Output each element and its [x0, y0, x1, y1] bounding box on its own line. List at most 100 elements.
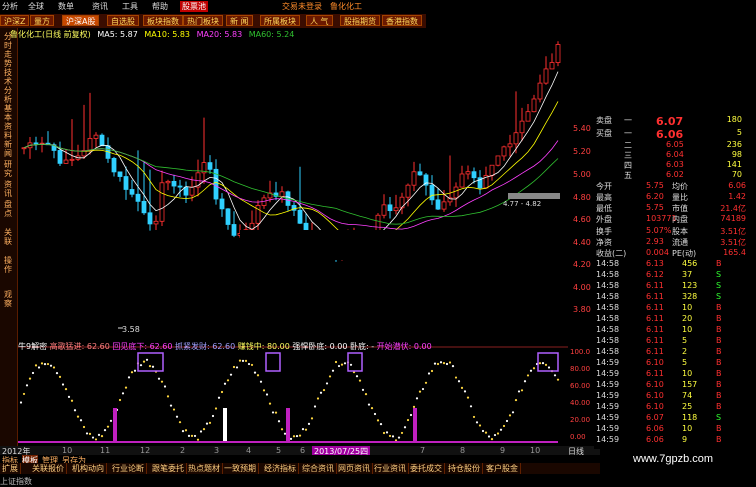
indicator-dot [466, 396, 470, 399]
indicator-dot [385, 431, 389, 434]
toolbar-item[interactable]: 沪深Z [0, 15, 30, 26]
bottom-tab[interactable]: 机构动向 [70, 463, 107, 474]
quote-cell: 0.004 [646, 248, 669, 257]
indicator-dot [127, 376, 131, 379]
quote-cell: B [716, 380, 722, 389]
indicator-name[interactable]: 牛9解密 [18, 342, 47, 351]
left-tab[interactable]: 新闻 [1, 140, 15, 158]
left-tab[interactable]: 盘点 [1, 200, 15, 218]
indicator-dot [160, 380, 164, 383]
left-tab[interactable]: 技术分析 [1, 68, 15, 104]
candle-body [525, 111, 531, 122]
indicator-dot [220, 390, 224, 394]
quote-cell: 10 [682, 424, 693, 433]
menu-news[interactable]: 资讯 [92, 1, 108, 12]
toolbar-item[interactable]: 所属板块 [260, 15, 300, 26]
indicator-dot [58, 375, 62, 378]
indicator-dot [328, 375, 332, 378]
tick-row: 14:58 6.11 20 B [594, 314, 750, 325]
quote-panel: 卖盘一 6.07 180 买盘一 6.06 5 二 6.05 236 三 6.04 98 四 6.03 14… [594, 113, 750, 449]
indicator-dot [118, 398, 122, 402]
left-tab[interactable]: 观察 [1, 290, 15, 308]
menu-help[interactable]: 帮助 [152, 1, 168, 12]
indicator-dot [343, 362, 347, 365]
candle-body [453, 186, 459, 199]
candle-body [531, 98, 537, 113]
menu-global[interactable]: 全球 [28, 1, 44, 12]
left-tab[interactable]: 基本资料 [1, 104, 15, 140]
bottom-tab[interactable]: 持仓股份 [446, 463, 483, 474]
indicator-dot [283, 432, 287, 435]
menu-data[interactable]: 数单 [58, 1, 74, 12]
indicator-dot [367, 403, 371, 406]
quote-cell: 74 [682, 391, 693, 400]
indicator-tick: 80.00 [570, 365, 591, 373]
price-tick: 4.60 [573, 215, 591, 224]
quote-cell: 5 [736, 128, 742, 137]
ma-info-line: 鲁化化工(日线 前复权) MA5: 5.87 MA10: 5.83 MA20: … [10, 29, 298, 40]
quote-cell: 3.51亿 [720, 238, 746, 247]
left-tab[interactable]: 资讯 [1, 180, 15, 198]
indicator-dot [412, 405, 416, 408]
indicator-dot [208, 421, 212, 424]
toolbar-item[interactable]: 香港指数 [382, 15, 422, 26]
indicator-dot [376, 419, 380, 422]
indicator-tick: 0.00 [570, 433, 586, 441]
menu-analysis[interactable]: 分析 [2, 1, 18, 12]
sell-row-1: 卖盘 一 6.07 180 [594, 115, 750, 128]
ma-lines-group [23, 71, 559, 248]
bottom-tab[interactable]: 客户股金 [484, 463, 521, 474]
bottom-tab[interactable]: 关联报价 [30, 463, 67, 474]
toolbar-item[interactable]: 板块指数 [143, 15, 183, 26]
quote-cell: 5 [682, 336, 688, 345]
toolbar-item[interactable]: 人 气 [306, 15, 333, 26]
indicator-dot [370, 407, 374, 410]
indicator-dot [274, 411, 278, 414]
indicator-dot [508, 414, 512, 417]
bottom-tab[interactable]: 扩展 [0, 463, 21, 474]
candle-body [183, 186, 189, 196]
ma60-label: MA60: 5.24 [248, 30, 295, 39]
quote-cell: 2.93 [646, 237, 664, 246]
quote-cell: 10 [682, 369, 693, 378]
indicator-dot [544, 363, 548, 366]
bottom-tab[interactable]: 一致预期 [222, 463, 259, 474]
candle-body [231, 224, 237, 236]
left-tab[interactable]: 关联 [1, 228, 15, 246]
left-tab[interactable]: 研究 [1, 160, 15, 178]
indicator-dot [478, 424, 482, 427]
quote-cell: 14:59 [596, 391, 620, 400]
bottom-tab[interactable]: 网页资讯 [336, 463, 373, 474]
toolbar-item[interactable]: 新 闻 [226, 15, 253, 26]
indicator-dot [19, 401, 23, 404]
bottom-tab[interactable]: 行业资讯 [372, 463, 409, 474]
quote-cell: 236 [726, 140, 742, 149]
indicator-dot [454, 376, 458, 379]
quote-cell: 收益(二) [596, 249, 627, 258]
bottom-tab[interactable]: 经济指标 [262, 463, 299, 474]
toolbar-item[interactable]: 量方 [30, 15, 54, 26]
indicator-dot [400, 431, 404, 435]
bottom-tab[interactable]: 行业论断 [110, 463, 147, 474]
indicator-dot [355, 375, 359, 378]
toolbar-item[interactable]: 沪深A股 [62, 15, 100, 26]
candle-body [129, 189, 135, 195]
bottom-tab[interactable]: 委托成交 [408, 463, 445, 474]
left-tab[interactable]: 操作 [1, 256, 15, 274]
candle-body [165, 180, 171, 184]
bottom-tab[interactable]: 热点题材 [186, 463, 223, 474]
date-month: 2 [180, 446, 186, 455]
indicator-dot [424, 381, 428, 384]
toolbar-item[interactable]: 自选股 [107, 15, 139, 26]
toolbar-item[interactable]: 股指期货 [340, 15, 380, 26]
toolbar-item[interactable]: 热门板块 [183, 15, 223, 26]
bottom-tab[interactable]: 跟笔委托 [150, 463, 187, 474]
kline-chart[interactable]: 4.77 - 4.82 3.58 [18, 40, 568, 445]
indicator-dot [292, 435, 296, 438]
menu-tools[interactable]: 工具 [122, 1, 138, 12]
indicator-v6: 卧底: - [350, 342, 375, 351]
menu-stock-pool[interactable]: 股票池 [180, 1, 208, 12]
indicator-zone [137, 352, 164, 372]
indicator-dot [130, 371, 134, 374]
bottom-tab[interactable]: 综合资讯 [300, 463, 337, 474]
